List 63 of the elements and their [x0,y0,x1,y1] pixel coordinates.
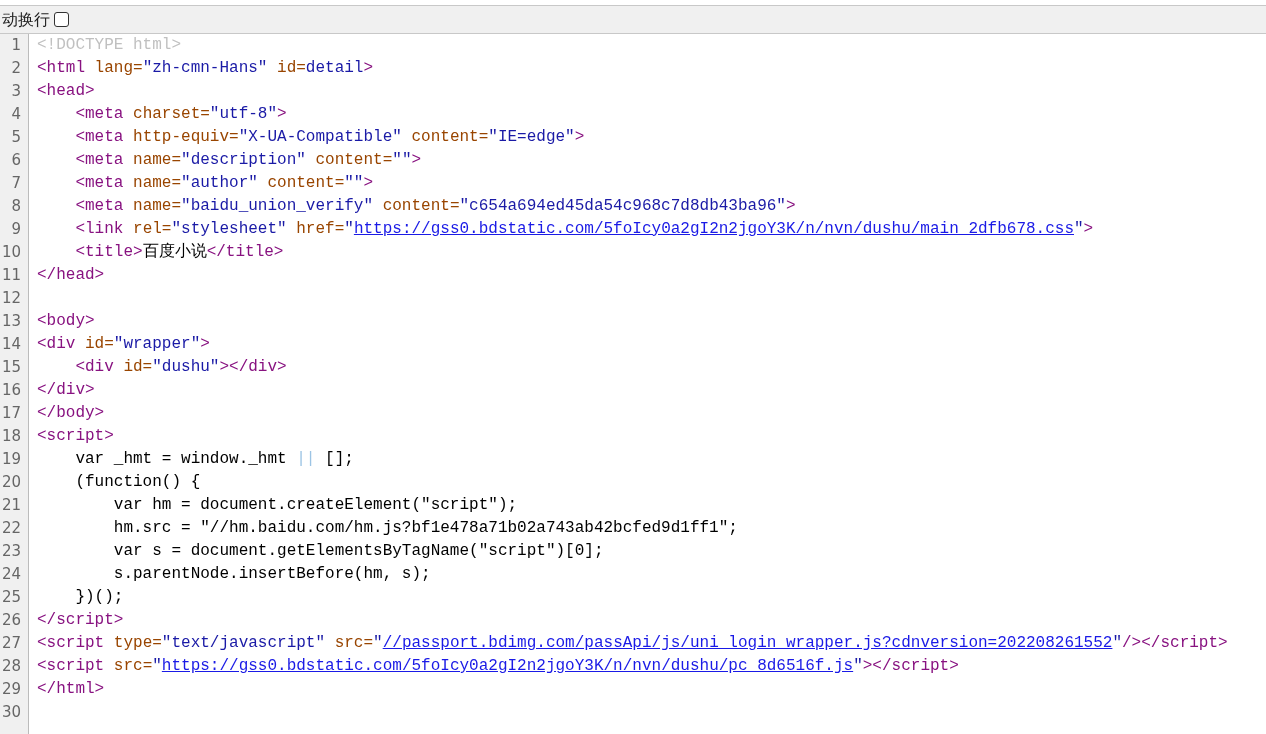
line-number: 11 [0,265,22,286]
code-line: (function() { [74,472,202,493]
code-line: <div id="dushu"></div> [74,357,288,378]
code-line: <!DOCTYPE html> [37,35,183,56]
code-line: })(); [74,587,125,608]
code-line: <script> [37,426,115,447]
line-number: 19 [0,449,22,470]
line-number: 13 [0,311,22,332]
code-line: <body> [37,311,96,332]
line-number: 26 [0,610,22,631]
line-number: 20 [0,472,22,493]
line-number: 2 [10,58,22,79]
code-line: </html> [37,679,106,700]
code-line: var _hmt = window._hmt || []; [74,449,355,470]
code-line: <title>百度小说</title> [74,241,285,263]
code-line: var s = document.getElementsByTagName("script")[0]; [112,541,605,562]
line-number: 23 [0,541,22,562]
line-number: 7 [10,173,22,194]
line-number: 3 [10,81,22,102]
line-number: 16 [0,380,22,401]
code-line: <meta name="description" content=""> [74,150,423,171]
code-line: </script> [37,610,125,631]
code-line: </body> [37,403,106,424]
line-number: 5 [10,127,22,148]
code-line: s.parentNode.insertBefore(hm, s); [112,564,432,585]
source-link[interactable]: https://gss0.bdstatic.com/5foIcy0a2gI2n2jgoY3K/n/nvn/dushu/main_2dfb678.css [353,220,1074,238]
line-number: 18 [0,426,22,447]
line-number: 14 [0,334,22,355]
line-number: 17 [0,403,22,424]
code-line: <link rel="stylesheet" href="https://gss0.bdstatic.com/5foIcy0a2gI2n2jgoY3K/n/nvn/dushu/main_2dfb678.css"> [74,219,1095,240]
line-number: 21 [0,495,22,516]
code-line: <script type="text/javascript" src="//passport.bdimg.com/passApi/js/uni_login_wrapper.js?cdnversion=202208261552"/></script> [37,633,1228,654]
code-line: </div> [37,380,96,401]
line-number: 15 [0,357,22,378]
code-line: var hm = document.createElement("script"); [112,495,519,516]
line-number: 12 [0,288,22,309]
source-link[interactable]: https://gss0.bdstatic.com/5foIcy0a2gI2n2jgoY3K/n/nvn/dushu/pc_8d6516f.js [161,657,854,675]
wrap-checkbox[interactable] [54,12,69,27]
code-line: <div id="wrapper"> [37,334,211,355]
wrap-label: 动换行 [2,8,50,31]
line-number: 6 [10,150,22,171]
line-number: 9 [10,219,22,240]
line-number: 8 [10,196,22,217]
code-line: <html lang="zh-cmn-Hans" id=detail> [37,58,375,79]
line-number: 22 [0,518,22,539]
line-number: 28 [0,656,22,677]
code-line: <meta charset="utf-8"> [74,104,288,125]
code-line: <head> [37,81,96,102]
code-line: </head> [37,265,106,286]
code-line: hm.src = "//hm.baidu.com/hm.js?bf1e478a71b02a743ab42bcfed9d1ff1"; [112,518,739,539]
code-line: <meta http-equiv="X-UA-Compatible" content="IE=edge"> [74,127,586,148]
line-number: 24 [0,564,22,585]
line-number: 25 [0,587,22,608]
line-number: 10 [0,242,22,263]
line-number: 29 [0,679,22,700]
line-number: 30 [0,702,22,723]
code-line: <meta name="author" content=""> [74,173,375,194]
line-number: 27 [0,633,22,654]
line-number: 4 [10,104,22,125]
code-line: <script src="https://gss0.bdstatic.com/5foIcy0a2gI2n2jgoY3K/n/nvn/dushu/pc_8d6516f.js"></script> [37,656,960,677]
source-link[interactable]: //passport.bdimg.com/passApi/js/uni_login_wrapper.js?cdnversion=202208261552 [382,634,1113,652]
line-number: 1 [10,35,22,56]
code-line: <meta name="baidu_union_verify" content="c654a694ed45da54c968c7d8db43ba96"> [74,196,797,217]
